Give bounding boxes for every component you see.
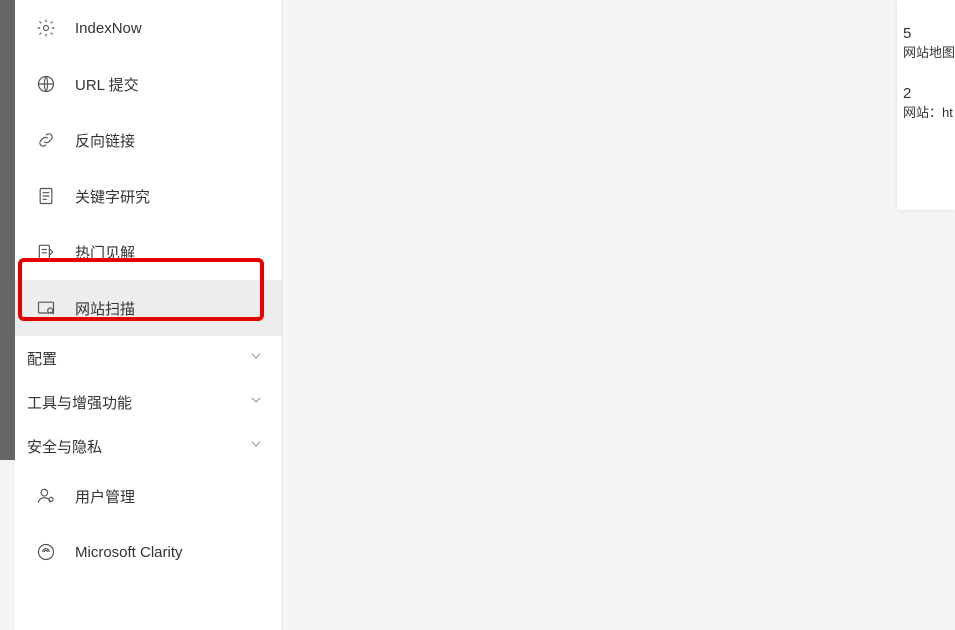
user-settings-icon: [35, 485, 57, 507]
info-count: 2: [903, 85, 955, 102]
section-security[interactable]: 安全与隐私: [15, 424, 282, 468]
sidebar: IndexNow URL 提交 反向链接 关键字研究 热门见解 网站扫描 配置: [15, 0, 283, 630]
info-label: 网站：ht: [903, 102, 955, 121]
sidebar-item-url-submit[interactable]: URL 提交: [15, 56, 282, 112]
chevron-down-icon: [248, 392, 264, 412]
sidebar-item-label: 用户管理: [75, 486, 135, 507]
sidebar-item-label: Microsoft Clarity: [75, 544, 183, 561]
sidebar-item-indexnow[interactable]: IndexNow: [15, 0, 282, 56]
document-icon: [35, 185, 57, 207]
chevron-down-icon: [248, 348, 264, 368]
info-entry: 5 网站地图: [903, 25, 955, 61]
main-content: 5 网站地图 2 网站：ht: [283, 0, 955, 630]
sidebar-item-clarity[interactable]: Microsoft Clarity: [15, 524, 282, 580]
section-label: 配置: [27, 348, 57, 369]
globe-icon: [35, 73, 57, 95]
section-tools[interactable]: 工具与增强功能: [15, 380, 282, 424]
info-entry: 2 网站：ht: [903, 85, 955, 121]
window-edge: [0, 0, 15, 460]
sidebar-item-label: 反向链接: [75, 130, 135, 151]
clarity-icon: [35, 541, 57, 563]
section-label: 安全与隐私: [27, 436, 102, 457]
scan-icon: [35, 297, 57, 319]
sidebar-item-backlinks[interactable]: 反向链接: [15, 112, 282, 168]
sidebar-item-user-management[interactable]: 用户管理: [15, 468, 282, 524]
sidebar-item-label: 关键字研究: [75, 186, 150, 207]
info-label: 网站地图: [903, 42, 955, 61]
sidebar-item-keyword-research[interactable]: 关键字研究: [15, 168, 282, 224]
sidebar-item-site-scan[interactable]: 网站扫描: [15, 280, 282, 336]
sidebar-item-label: 网站扫描: [75, 298, 135, 319]
gear-icon: [35, 17, 57, 39]
link-icon: [35, 129, 57, 151]
sidebar-item-label: IndexNow: [75, 20, 142, 37]
sidebar-item-insights[interactable]: 热门见解: [15, 224, 282, 280]
section-label: 工具与增强功能: [27, 392, 132, 413]
insights-icon: [35, 241, 57, 263]
right-info-card: 5 网站地图 2 网站：ht: [897, 0, 955, 210]
section-config[interactable]: 配置: [15, 336, 282, 380]
sidebar-item-label: 热门见解: [75, 242, 135, 263]
info-count: 5: [903, 25, 955, 42]
sidebar-item-label: URL 提交: [75, 74, 139, 95]
chevron-down-icon: [248, 436, 264, 456]
